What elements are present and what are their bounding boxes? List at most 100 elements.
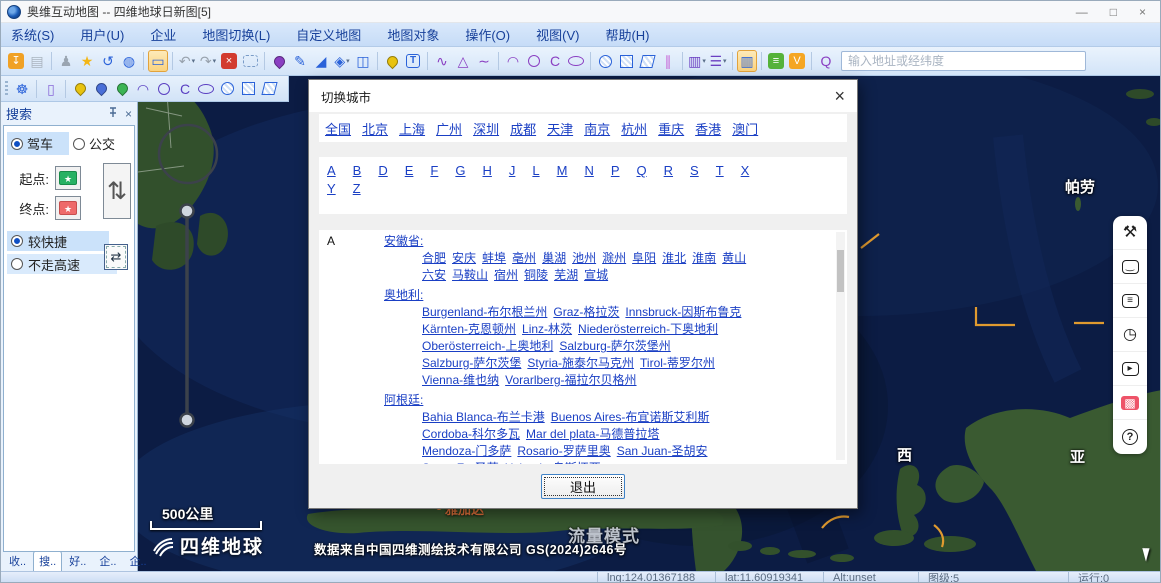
- city-link[interactable]: 合肥: [422, 250, 446, 267]
- menu-item[interactable]: 帮助(H): [605, 25, 649, 44]
- compass-icon[interactable]: ◈▾: [332, 50, 352, 72]
- city-link[interactable]: 池州: [572, 250, 596, 267]
- city-link[interactable]: Ushuaia-乌斯怀亚: [505, 460, 601, 464]
- scrollbar-thumb[interactable]: [837, 250, 844, 292]
- dock-pin-icon[interactable]: [108, 107, 118, 121]
- help-button[interactable]: ?: [1113, 420, 1147, 454]
- city-link[interactable]: Burgenland-布尔根兰州: [422, 304, 547, 321]
- swap-start-end-button[interactable]: ⇅: [103, 163, 131, 219]
- menu-item[interactable]: 企业: [150, 25, 176, 44]
- city-link[interactable]: Graz-格拉茨: [553, 304, 619, 321]
- city-link[interactable]: 巢湖: [542, 250, 566, 267]
- letter-link[interactable]: L: [532, 163, 539, 178]
- area-measure-icon[interactable]: ◢: [311, 50, 331, 72]
- arc2-icon[interactable]: Ϲ: [175, 78, 195, 100]
- city-link[interactable]: Vorarlberg-福拉尔贝格州: [505, 372, 636, 389]
- hot-city-link[interactable]: 上海: [399, 119, 425, 138]
- city-link[interactable]: Santa Fe-圣菲: [422, 460, 499, 464]
- city-link[interactable]: Innsbruck-因斯布鲁克: [625, 304, 741, 321]
- curve-icon[interactable]: ∼: [474, 50, 494, 72]
- vip-icon[interactable]: V: [787, 50, 807, 72]
- arc-icon[interactable]: ◠: [503, 50, 523, 72]
- fill-poly-icon[interactable]: [259, 78, 279, 100]
- region-link[interactable]: 奥地利:: [384, 287, 423, 304]
- region-tool-icon[interactable]: ▭: [148, 50, 168, 72]
- parallel-lines-icon[interactable]: ∥: [658, 50, 678, 72]
- dropdown-arrow-icon[interactable]: ▾: [702, 57, 706, 65]
- letter-link[interactable]: D: [378, 163, 387, 178]
- chat-icon[interactable]: ≡: [766, 50, 786, 72]
- arc2-icon[interactable]: Ϲ: [545, 50, 565, 72]
- city-link[interactable]: Cordoba-科尔多瓦: [422, 426, 520, 443]
- report-icon[interactable]: ▥▾: [687, 50, 707, 72]
- dropdown-arrow-icon[interactable]: ▾: [192, 57, 196, 65]
- letter-link[interactable]: X: [741, 163, 750, 178]
- menu-item[interactable]: 地图切换(L): [202, 25, 270, 44]
- hot-city-link[interactable]: 成都: [510, 119, 536, 138]
- region-link[interactable]: 安徽省:: [384, 233, 423, 250]
- city-link[interactable]: Mendoza-门多萨: [422, 443, 511, 460]
- city-link[interactable]: 安庆: [452, 250, 476, 267]
- city-link[interactable]: Tirol-蒂罗尔州: [640, 355, 715, 372]
- hot-city-link[interactable]: 深圳: [473, 119, 499, 138]
- sidebar-tab[interactable]: 搜..: [33, 550, 62, 571]
- mode-transit-radio[interactable]: 公交: [69, 132, 119, 155]
- track-icon[interactable]: ↺: [98, 50, 118, 72]
- ellipse-icon[interactable]: [196, 78, 216, 100]
- sidebar-tab[interactable]: 企..: [124, 550, 153, 571]
- pin-tool-icon[interactable]: [382, 50, 402, 72]
- ellipse-icon[interactable]: [566, 50, 586, 72]
- import-icon[interactable]: ↧: [6, 50, 26, 72]
- circle-icon[interactable]: [154, 78, 174, 100]
- letter-link[interactable]: N: [584, 163, 593, 178]
- letter-link[interactable]: P: [611, 163, 620, 178]
- dropdown-arrow-icon[interactable]: ▾: [346, 57, 350, 65]
- city-link[interactable]: 亳州: [512, 250, 536, 267]
- hot-city-link[interactable]: 澳门: [732, 119, 758, 138]
- arc-icon[interactable]: ◠: [133, 78, 153, 100]
- circle-icon[interactable]: [524, 50, 544, 72]
- letter-link[interactable]: Z: [353, 181, 361, 196]
- letter-link[interactable]: Y: [327, 181, 336, 196]
- city-link[interactable]: 铜陵: [524, 267, 548, 284]
- city-link[interactable]: Salzburg-萨尔茨堡: [422, 355, 521, 372]
- letter-link[interactable]: R: [664, 163, 673, 178]
- redo-icon[interactable]: ↷▾: [198, 50, 218, 72]
- menu-item[interactable]: 自定义地图: [296, 25, 361, 44]
- letter-link[interactable]: Q: [637, 163, 647, 178]
- city-link[interactable]: 黄山: [722, 250, 746, 267]
- hot-city-link[interactable]: 香港: [695, 119, 721, 138]
- save-icon[interactable]: ▤: [27, 50, 47, 72]
- fill-poly-icon[interactable]: [637, 50, 657, 72]
- panel-close-icon[interactable]: ×: [125, 107, 132, 121]
- toolbar-grip[interactable]: [5, 81, 8, 97]
- menu-item[interactable]: 操作(O): [465, 25, 510, 44]
- letter-link[interactable]: T: [716, 163, 724, 178]
- delete-icon[interactable]: ×: [219, 50, 239, 72]
- hot-city-link[interactable]: 南京: [584, 119, 610, 138]
- maximize-button[interactable]: □: [1110, 5, 1117, 19]
- letter-link[interactable]: H: [482, 163, 491, 178]
- close-button[interactable]: ×: [1139, 5, 1146, 19]
- fill-rect-icon[interactable]: [238, 78, 258, 100]
- city-link[interactable]: 六安: [422, 267, 446, 284]
- text-tool-icon[interactable]: T: [403, 50, 423, 72]
- city-link[interactable]: 滁州: [602, 250, 626, 267]
- city-link[interactable]: 马鞍山: [452, 267, 488, 284]
- settings-icon[interactable]: ☸: [12, 78, 32, 100]
- exit-button[interactable]: 退出: [541, 474, 625, 499]
- city-link[interactable]: 蚌埠: [482, 250, 506, 267]
- placemark-icon[interactable]: [269, 50, 289, 72]
- city-link[interactable]: Styria-施泰尔马克州: [527, 355, 634, 372]
- city-link[interactable]: 芜湖: [554, 267, 578, 284]
- pick-end-button[interactable]: ★: [55, 196, 81, 220]
- city-link[interactable]: Vienna-维也纳: [422, 372, 499, 389]
- pin-blue-icon[interactable]: [91, 78, 111, 100]
- fill-circle-icon[interactable]: [595, 50, 615, 72]
- city-link[interactable]: 宣城: [584, 267, 608, 284]
- city-link[interactable]: Kärnten-克恩顿州: [422, 321, 516, 338]
- letter-link[interactable]: M: [557, 163, 568, 178]
- market-button[interactable]: ‿: [1113, 250, 1147, 284]
- dropdown-arrow-icon[interactable]: ▾: [213, 57, 217, 65]
- letter-link[interactable]: J: [509, 163, 516, 178]
